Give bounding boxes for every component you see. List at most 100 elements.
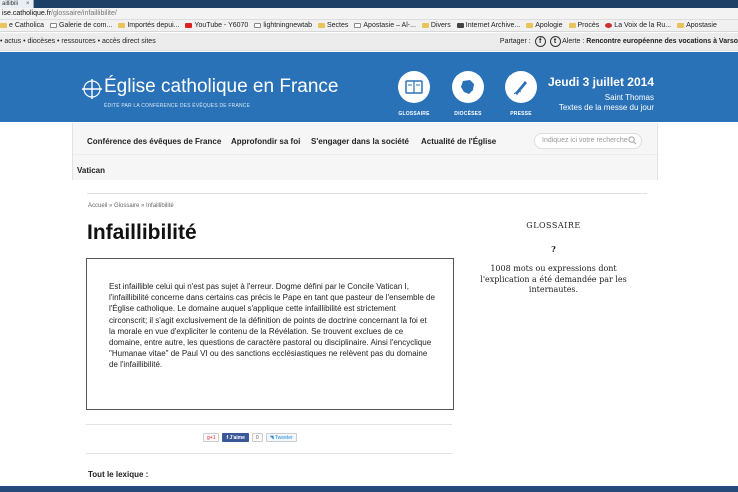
nav-conference[interactable]: Conférence des évêques de France (87, 137, 221, 146)
presse-label: PRESSE (510, 111, 532, 117)
bookmark-item[interactable]: Sectes (317, 20, 349, 31)
bookmark-label: Apologie (535, 22, 563, 29)
bookmark-label: e Catholica (9, 22, 45, 29)
bookmark-label: La Voix de la Ru... (614, 22, 672, 29)
bookmark-item[interactable]: lightningnewtab (254, 20, 312, 31)
bookmark-label: Importés depui... (127, 22, 180, 29)
bookmark-item[interactable]: YouTube - Y6070 (185, 20, 249, 31)
share-top-divider (86, 424, 452, 425)
nav-vatican[interactable]: Vatican (77, 166, 105, 175)
tab-title: aillibili (2, 1, 19, 7)
glossaire-label: GLOSSAIRE (398, 111, 430, 117)
nav-actualite[interactable]: Actualité de l'Église (421, 137, 496, 146)
saint-of-day[interactable]: Saint Thomas (548, 93, 654, 103)
bookmark-label: Galerie de com... (59, 22, 113, 29)
tweet-button[interactable]: ◥ Tweeter (265, 433, 297, 442)
close-icon[interactable]: × (26, 0, 30, 8)
sidebar-title: GLOSSAIRE (526, 221, 581, 230)
page-title: Infaillibilité (87, 221, 197, 244)
current-date: Jeudi 3 juillet 2014 (547, 75, 654, 89)
alert-label: Alerte : (562, 38, 585, 45)
facebook-icon[interactable]: f (534, 35, 546, 47)
like-label: J'aime (229, 435, 245, 441)
bookmark-label: Sectes (326, 22, 349, 29)
cross-logo-icon[interactable] (82, 79, 102, 99)
date-block: Jeudi 3 juillet 2014 Saint Thomas Textes… (548, 75, 654, 113)
alert-link[interactable]: Rencontre européenne des vocations à Var… (586, 38, 738, 45)
bookmark-label: lightningnewtab (263, 22, 312, 29)
browser-tab[interactable]: aillibili × (0, 0, 34, 8)
bookmark-label: Divers (430, 22, 451, 29)
definition-box: Est infaillible celui qui n'est pas suje… (86, 258, 454, 410)
sidebar-question-mark: ? (551, 244, 556, 254)
search-input[interactable]: Indiquez ici votre recherche (534, 133, 642, 149)
bookmark-label: Internet Archive... (465, 22, 521, 29)
lexique-heading: Tout le lexique : (88, 470, 149, 479)
os-taskbar (0, 486, 738, 492)
like-count: 0 (251, 433, 263, 442)
bookmark-item[interactable]: Apostasie – Al-... (354, 20, 416, 31)
social-share-row: g+1 f J'aime 0 ◥ Tweeter (203, 433, 300, 444)
folder-icon (0, 22, 7, 28)
bookmark-item[interactable]: La Voix de la Ru... (605, 20, 672, 31)
bookmark-item[interactable]: e Catholica (0, 20, 45, 31)
breadcrumb[interactable]: Accueil » Glossaire » Infaillibilité (88, 203, 174, 209)
bookmark-item[interactable]: Apologie (526, 20, 563, 31)
bookmark-label: Apostasie – Al-... (363, 22, 416, 29)
share-bottom-divider (86, 453, 452, 454)
bookmark-label: Procès (577, 22, 600, 29)
nav-divider (73, 154, 659, 155)
archive-icon (456, 22, 464, 28)
url-path: /glossaire/infaillibilite/ (51, 10, 117, 17)
content-top-divider (87, 193, 647, 194)
definition-text: Est infaillible celui qui n'est pas suje… (109, 282, 435, 370)
bookmark-item[interactable]: Galerie de com... (50, 20, 113, 31)
presse-button[interactable]: PRESSE (503, 71, 539, 117)
dioceses-button[interactable]: DIOCÈSES (450, 71, 486, 117)
pen-icon (513, 81, 527, 95)
bookmark-item[interactable]: Apostasie (677, 20, 717, 31)
address-bar[interactable]: ise.catholique.fr/glossaire/infaillibili… (0, 8, 738, 20)
mass-texts-link[interactable]: Textes de la messe du jour (548, 103, 654, 113)
folder-icon (421, 22, 429, 28)
bookmark-item[interactable]: Internet Archive... (456, 20, 521, 31)
url-host: ise.catholique.fr (2, 10, 52, 17)
tweet-label: Tweeter (274, 435, 293, 441)
browser-tabstrip: aillibili × (0, 0, 738, 8)
share-label: Partager : (499, 38, 531, 45)
bookmark-item[interactable]: Procès (568, 20, 600, 31)
folder-icon (568, 22, 576, 28)
twitter-icon[interactable]: t (549, 35, 561, 47)
main-nav: Conférence des évêques de France Approfo… (72, 123, 659, 180)
search-placeholder: Indiquez ici votre recherche (542, 137, 628, 144)
site-subtitle: ÉDITÉ PAR LA CONFÉRENCE DES ÉVÊQUES DE F… (104, 103, 251, 109)
dioceses-label: DIOCÈSES (454, 111, 482, 117)
bookmark-item[interactable]: Importés depui... (118, 20, 180, 31)
bookmark-item[interactable]: Divers (421, 20, 451, 31)
sidebar-count-text: 1008 mots ou expressions dont l'explicat… (480, 264, 627, 294)
bookmark-label: Apostasie (686, 22, 717, 29)
nav-approfondir[interactable]: Approfondir sa foi (231, 137, 300, 146)
folder-icon (317, 22, 325, 28)
page-icon (254, 22, 262, 28)
site-title[interactable]: Église catholique en France (104, 77, 338, 97)
folder-icon (677, 22, 685, 28)
page-icon (50, 22, 58, 28)
share-area: Partager : f t Alerte : Rencontre europé… (500, 33, 738, 51)
google-plus-button[interactable]: g+1 (203, 433, 220, 442)
glossary-sidebar: GLOSSAIRE ? 1008 mots ou expressions don… (475, 221, 632, 296)
facebook-like-button[interactable]: f J'aime (222, 433, 249, 442)
site-header: Église catholique en France ÉDITÉ PAR LA… (0, 52, 738, 122)
book-icon (405, 80, 423, 94)
youtube-icon (185, 22, 193, 28)
quick-links[interactable]: • actus • diocèses • ressources • accès … (0, 33, 156, 51)
search-icon[interactable] (628, 136, 637, 145)
glossaire-button[interactable]: GLOSSAIRE (396, 71, 432, 117)
bookmarks-bar: e Catholica Galerie de com... Importés dep… (0, 20, 738, 32)
folder-icon (526, 22, 534, 28)
site-top-strip: • actus • diocèses • ressources • accès … (0, 33, 738, 51)
bookmark-label: YouTube - Y6070 (194, 22, 249, 29)
folder-icon (118, 22, 126, 28)
nav-engager[interactable]: S'engager dans la société (311, 137, 409, 146)
voix-icon (605, 22, 613, 28)
